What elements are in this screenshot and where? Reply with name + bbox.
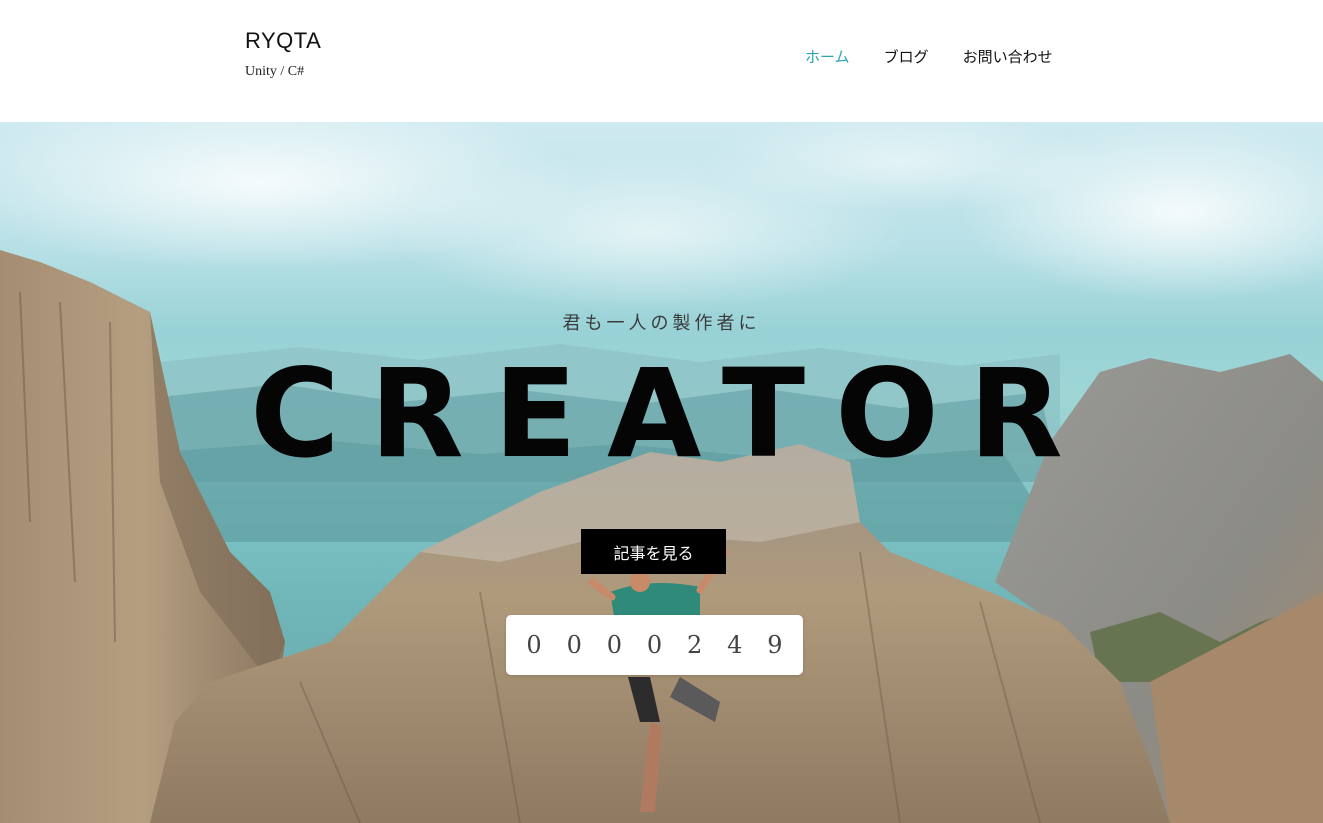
- hero-subtitle: 君も一人の製作者に: [562, 313, 761, 334]
- hero-headline: CREATOR: [250, 343, 1093, 485]
- nav-item-blog[interactable]: ブログ: [884, 46, 929, 67]
- site-header: RYQTA Unity / C# ホーム ブログ お問い合わせ: [0, 0, 1323, 122]
- counter-digit: 0: [646, 631, 663, 659]
- visitor-counter: 0 0 0 0 2 4 9: [506, 615, 803, 675]
- counter-digit: 2: [686, 631, 703, 659]
- counter-digit: 9: [767, 631, 783, 659]
- hero-section: 君も一人の製作者に CREATOR 記事を見る 0 0 0 0 2 4 9: [0, 122, 1323, 823]
- counter-digit: 0: [526, 631, 542, 659]
- nav-item-home[interactable]: ホーム: [805, 46, 850, 67]
- site-title[interactable]: RYQTA: [245, 28, 321, 54]
- view-articles-button[interactable]: 記事を見る: [581, 529, 726, 574]
- site-tagline: Unity / C#: [245, 64, 305, 79]
- counter-digit: 0: [566, 631, 582, 659]
- counter-digit: 0: [606, 631, 622, 659]
- brand[interactable]: RYQTA Unity / C#: [245, 28, 321, 80]
- counter-digit: 4: [727, 631, 743, 659]
- nav-item-contact[interactable]: お問い合わせ: [963, 46, 1053, 67]
- main-nav: ホーム ブログ お問い合わせ: [805, 46, 1053, 67]
